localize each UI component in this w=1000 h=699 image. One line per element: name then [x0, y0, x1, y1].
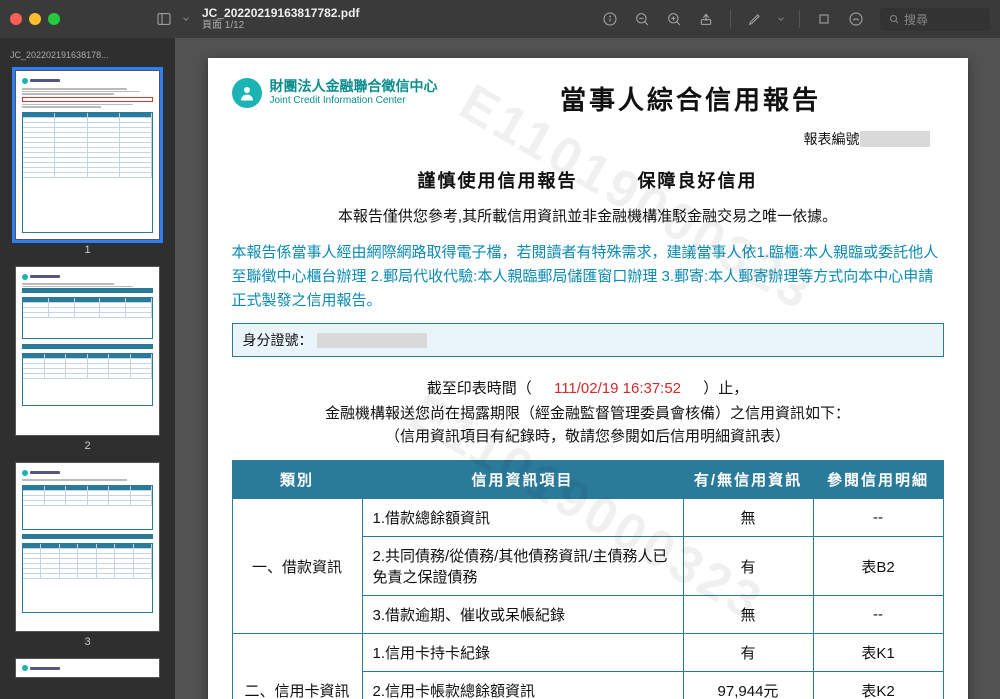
search-placeholder: 搜尋 [904, 11, 928, 28]
zoom-in-button[interactable] [660, 5, 688, 33]
id-box: 身分證號： [232, 323, 944, 357]
detail-cell: 表K1 [813, 634, 943, 672]
has-cell: 有 [683, 634, 813, 672]
report-number-row: 報表編號 [232, 129, 944, 149]
crop-icon [816, 11, 832, 27]
fullscreen-window-button[interactable] [48, 13, 60, 25]
zoom-out-button[interactable] [628, 5, 656, 33]
chevron-down-icon [181, 14, 191, 24]
report-title: 當事人綜合信用報告 [438, 78, 944, 117]
print-time-row: 截至印表時間（ 111/02/19 16:37:52 ）止， [232, 377, 944, 398]
th-detail: 參閱信用明細 [813, 461, 943, 499]
close-window-button[interactable] [10, 13, 22, 25]
info-button[interactable] [596, 5, 624, 33]
item-cell: 3.借款逾期、催收或呆帳紀錄 [362, 596, 683, 634]
org-name-en: Joint Credit Information Center [270, 95, 438, 107]
print-time-value: 111/02/19 16:37:52 [536, 380, 699, 397]
table-header-row: 類別 信用資訊項目 有/無信用資訊 參閱信用明細 [232, 461, 943, 499]
info-icon [602, 11, 618, 27]
redacted-value [860, 131, 930, 147]
markup-button[interactable] [741, 5, 769, 33]
sidebar-file-label: JC_202202191638178... [0, 46, 175, 64]
subtitle-right: 保障良好信用 [638, 167, 758, 193]
zoom-in-icon [666, 11, 682, 27]
pdf-viewer-window: JC_20220219163817782.pdf 頁面 1/12 搜尋 JC_2… [0, 0, 1000, 699]
para-instruction: 本報告係當事人經由網際網路取得電子檔，若閱讀者有特殊需求，建議當事人依1.臨櫃:… [232, 241, 944, 313]
document-title-group: JC_20220219163817782.pdf 頁面 1/12 [202, 6, 359, 32]
sidebar-toggle-button[interactable] [150, 5, 178, 33]
has-cell: 無 [683, 499, 813, 537]
has-cell: 97,944元 [683, 672, 813, 699]
crop-button[interactable] [810, 5, 838, 33]
page-thumbnail[interactable] [15, 462, 160, 632]
note-line-2: （信用資訊項目有紀錄時，敬請您參閱如后信用明細資訊表） [232, 425, 944, 446]
th-has: 有/無信用資訊 [683, 461, 813, 499]
person-icon [238, 84, 256, 102]
item-cell: 2.信用卡帳款總餘額資訊 [362, 672, 683, 699]
credit-info-table: 類別 信用資訊項目 有/無信用資訊 參閱信用明細 一、借款資訊1.借款總餘額資訊… [232, 460, 944, 699]
thumbnail-number: 3 [0, 636, 175, 648]
annotate-button[interactable] [842, 5, 870, 33]
draw-icon [848, 11, 864, 27]
note-line-1: 金融機構報送您尚在揭露期限（經金融監督管理委員會核備）之信用資訊如下： [232, 402, 944, 423]
detail-cell: -- [813, 596, 943, 634]
document-title: JC_20220219163817782.pdf [202, 6, 359, 20]
detail-cell: 表B2 [813, 537, 943, 596]
page-thumbnail[interactable] [15, 70, 160, 240]
page-thumbnail[interactable] [15, 658, 160, 678]
search-icon [888, 13, 900, 25]
page-indicator: 頁面 1/12 [202, 20, 359, 32]
pencil-icon [747, 11, 763, 27]
share-button[interactable] [692, 5, 720, 33]
has-cell: 無 [683, 596, 813, 634]
th-item: 信用資訊項目 [362, 461, 683, 499]
minimize-window-button[interactable] [29, 13, 41, 25]
search-input[interactable]: 搜尋 [880, 8, 990, 31]
report-no-label: 報表編號 [804, 131, 860, 147]
category-cell: 一、借款資訊 [232, 499, 362, 634]
table-row: 一、借款資訊1.借款總餘額資訊無-- [232, 499, 943, 537]
thumbnail-sidebar[interactable]: JC_202202191638178... [0, 38, 175, 699]
zoom-out-icon [634, 11, 650, 27]
page-content-area[interactable]: E11019000323 E11019000323 財團法人金融聯合徵信中心 J… [175, 38, 1000, 699]
chevron-down-icon [776, 14, 786, 24]
id-label: 身分證號： [243, 330, 313, 350]
item-cell: 1.信用卡持卡紀錄 [362, 634, 683, 672]
detail-cell: 表K2 [813, 672, 943, 699]
share-icon [698, 11, 714, 27]
markup-dropdown-button[interactable] [773, 5, 789, 33]
subtitle-row: 謹慎使用信用報告 保障良好信用 [232, 167, 944, 193]
page-thumbnail[interactable] [15, 266, 160, 436]
thumbnail-number: 1 [0, 244, 175, 256]
time-pre: 截至印表時間（ [427, 380, 532, 397]
item-cell: 1.借款總餘額資訊 [362, 499, 683, 537]
sidebar-icon [156, 11, 172, 27]
toolbar-right: 搜尋 [596, 5, 990, 33]
org-name-cn: 財團法人金融聯合徵信中心 [270, 78, 438, 95]
has-cell: 有 [683, 537, 813, 596]
thumbnail-number: 2 [0, 440, 175, 452]
time-post: ）止， [703, 380, 748, 397]
titlebar: JC_20220219163817782.pdf 頁面 1/12 搜尋 [0, 0, 1000, 38]
category-cell: 二、信用卡資訊 [232, 634, 362, 699]
window-controls [10, 13, 60, 25]
detail-cell: -- [813, 499, 943, 537]
th-category: 類別 [232, 461, 362, 499]
table-row: 二、信用卡資訊1.信用卡持卡紀錄有表K1 [232, 634, 943, 672]
item-cell: 2.共同債務/從債務/其他債務資訊/主債務人已免責之保證債務 [362, 537, 683, 596]
org-logo [232, 78, 262, 108]
org-name: 財團法人金融聯合徵信中心 Joint Credit Information Ce… [270, 78, 438, 107]
pdf-page: E11019000323 E11019000323 財團法人金融聯合徵信中心 J… [208, 58, 968, 699]
para-disclaimer: 本報告僅供您參考,其所載信用資訊並非金融機構准駁金融交易之唯一依據。 [232, 205, 944, 229]
sidebar-dropdown-button[interactable] [178, 5, 194, 33]
subtitle-left: 謹慎使用信用報告 [418, 167, 578, 193]
redacted-value [317, 333, 427, 348]
